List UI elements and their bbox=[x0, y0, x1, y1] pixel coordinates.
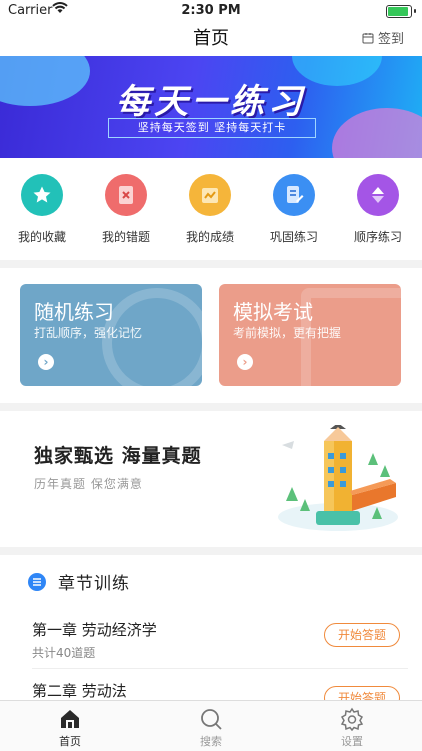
chevron-right-icon: › bbox=[237, 354, 253, 370]
promo-subtitle: 历年真题 保您满意 bbox=[34, 477, 143, 491]
star-icon bbox=[21, 174, 63, 216]
tab-label: 首页 bbox=[59, 735, 81, 748]
status-bar: Carrier 2:30 PM bbox=[0, 0, 422, 22]
doc-edit-icon bbox=[273, 174, 315, 216]
quick-action-consolidate[interactable]: 巩固练习 bbox=[252, 174, 336, 245]
tab-bar: 首页 搜索 设置 bbox=[0, 700, 422, 751]
random-practice-card[interactable]: 随机练习 打乱顺序，强化记忆 › bbox=[20, 284, 202, 386]
gear-icon bbox=[282, 707, 422, 733]
banner-headline: 每天一练习 bbox=[116, 82, 306, 122]
page-title: 首页 bbox=[193, 28, 229, 49]
quick-action-label: 我的收藏 bbox=[17, 230, 66, 244]
score-icon bbox=[189, 174, 231, 216]
quick-action-favorites[interactable]: 我的收藏 bbox=[0, 174, 84, 245]
banner-subline: 坚持每天签到 坚持每天打卡 bbox=[108, 118, 316, 138]
battery-icon bbox=[386, 5, 412, 18]
start-answer-button[interactable]: 开始答题 bbox=[324, 623, 400, 647]
quick-action-label: 我的错题 bbox=[101, 230, 150, 244]
quick-action-sequential[interactable]: 顺序练习 bbox=[336, 174, 420, 245]
card-title: 模拟考试 bbox=[233, 300, 313, 324]
chapter-row[interactable]: 第一章 劳动经济学 共计40道题 开始答题 bbox=[32, 619, 408, 661]
calendar-icon bbox=[362, 32, 374, 43]
promo-title: 独家甄选 海量真题 bbox=[34, 445, 202, 467]
nav-bar: 首页 签到 bbox=[0, 22, 422, 56]
chevron-right-icon: › bbox=[38, 354, 54, 370]
quick-action-label: 我的成绩 bbox=[185, 230, 234, 244]
section-header: 章节训练 bbox=[28, 569, 130, 594]
card-subtitle: 考前模拟，更有把握 bbox=[233, 326, 342, 340]
chapter-row[interactable]: 第二章 劳动法 开始答题 bbox=[32, 680, 408, 705]
wrong-book-icon bbox=[105, 174, 147, 216]
promo-banner[interactable]: 独家甄选 海量真题 历年真题 保您满意 bbox=[0, 411, 422, 547]
checkin-label: 签到 bbox=[377, 32, 404, 47]
card-title: 随机练习 bbox=[34, 300, 114, 324]
tab-settings[interactable]: 设置 bbox=[282, 707, 422, 749]
list-icon bbox=[28, 572, 46, 591]
quick-actions: 我的收藏 我的错题 我的成绩 巩固练习 顺序练习 bbox=[0, 158, 422, 260]
clock: 2:30 PM bbox=[181, 3, 241, 18]
tab-home[interactable]: 首页 bbox=[0, 707, 140, 749]
chapter-section: 章节训练 第一章 劳动经济学 共计40道题 开始答题 第二章 劳动法 开始答题 bbox=[0, 555, 422, 705]
quick-action-label: 顺序练习 bbox=[353, 230, 402, 244]
section-title: 章节训练 bbox=[58, 574, 130, 594]
tab-search[interactable]: 搜索 bbox=[141, 707, 281, 749]
sort-icon bbox=[357, 174, 399, 216]
battery-tip bbox=[414, 9, 416, 13]
checkin-button[interactable]: 签到 bbox=[362, 28, 404, 47]
search-icon bbox=[141, 707, 281, 733]
practice-cards: 随机练习 打乱顺序，强化记忆 › 模拟考试 考前模拟，更有把握 › bbox=[0, 268, 422, 403]
divider bbox=[32, 668, 408, 669]
quick-action-label: 巩固练习 bbox=[269, 230, 318, 244]
pencil-tower-illustration bbox=[278, 425, 398, 531]
card-subtitle: 打乱顺序，强化记忆 bbox=[34, 326, 143, 340]
quick-action-scores[interactable]: 我的成绩 bbox=[168, 174, 252, 245]
mock-exam-card[interactable]: 模拟考试 考前模拟，更有把握 › bbox=[219, 284, 401, 386]
tab-label: 搜索 bbox=[200, 735, 222, 748]
hero-banner[interactable]: 每天一练习 坚持每天签到 坚持每天打卡 bbox=[0, 56, 422, 158]
tab-label: 设置 bbox=[341, 735, 363, 748]
home-icon bbox=[0, 707, 140, 733]
quick-action-wrong-answers[interactable]: 我的错题 bbox=[84, 174, 168, 245]
